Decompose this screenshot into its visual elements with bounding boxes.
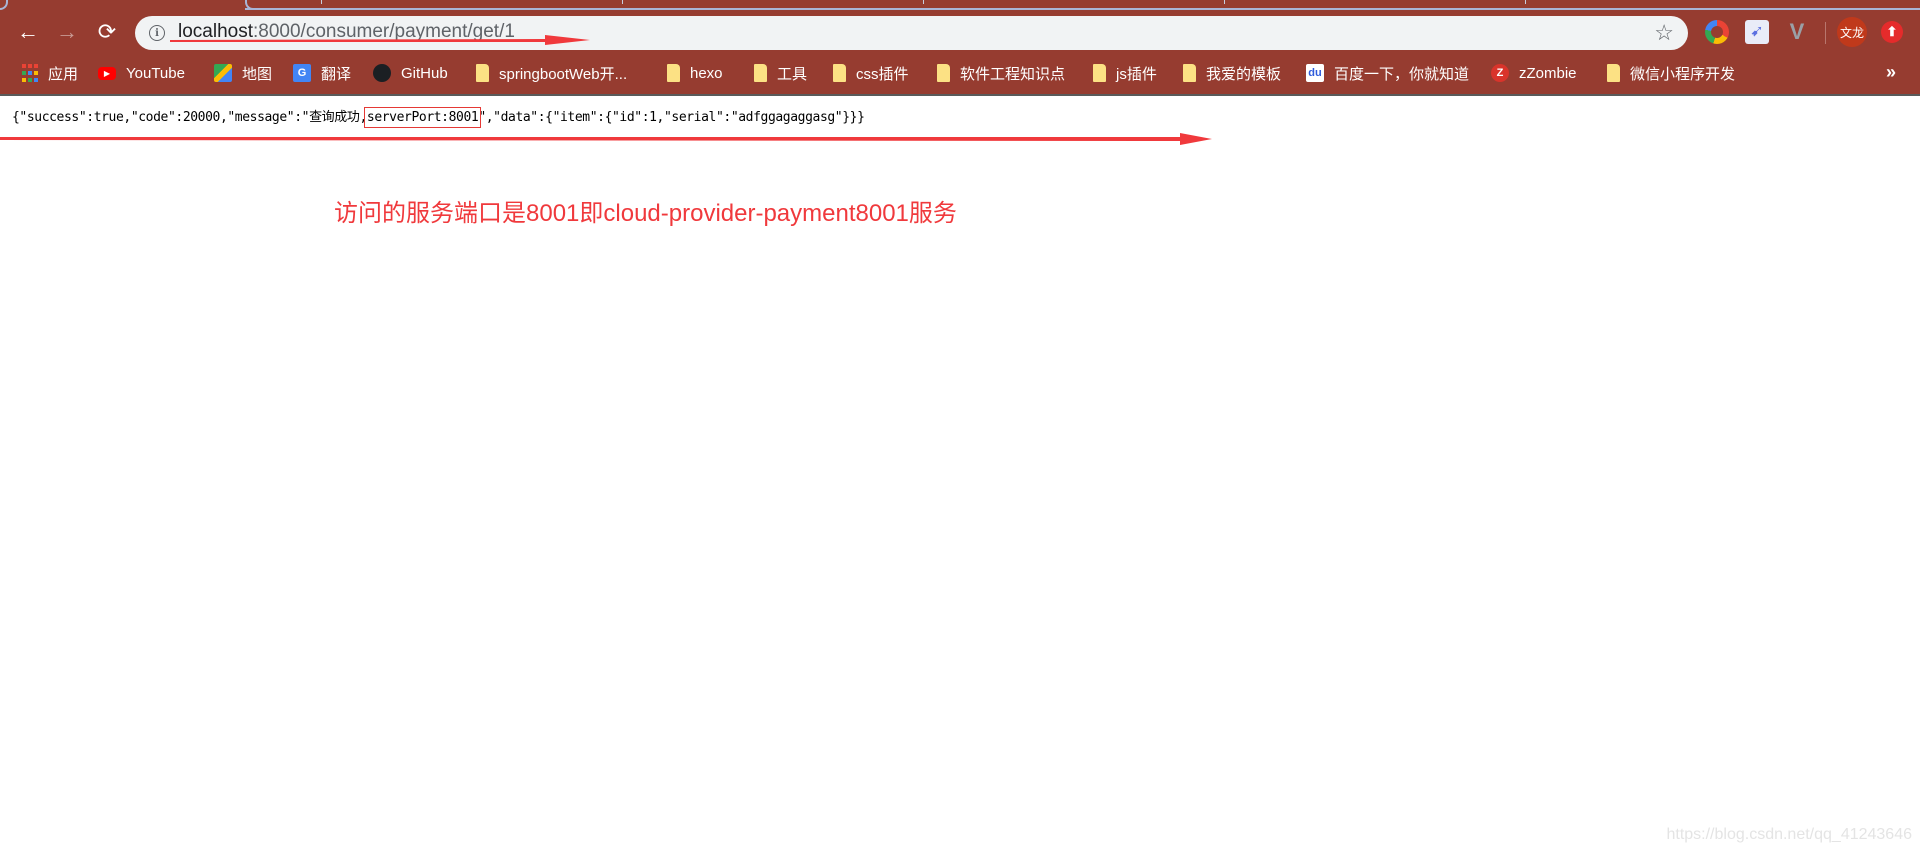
bookmark-label: css插件	[856, 65, 909, 83]
bookmark-apps[interactable]: 应用	[22, 61, 78, 85]
chromium-icon[interactable]	[1705, 20, 1729, 44]
bookmark-youtube[interactable]: ▶ YouTube	[98, 61, 185, 85]
bookmark-label: hexo	[690, 64, 723, 82]
bookmark-folder-templates[interactable]: 我爱的模板	[1183, 61, 1281, 85]
tab-separator	[923, 0, 924, 4]
url-path: :8000/consumer/payment/get/1	[253, 21, 515, 42]
maps-icon	[214, 64, 232, 82]
address-bar[interactable]: i localhost:8000/consumer/payment/get/1 …	[135, 16, 1688, 50]
bookmark-label: springbootWeb开...	[499, 65, 628, 83]
bookmark-label: 微信小程序开发	[1630, 65, 1736, 83]
site-info-icon[interactable]: i	[149, 25, 165, 41]
folder-icon	[754, 64, 767, 82]
bookmarks-bar: 应用 ▶ YouTube 地图 G 翻译 GitHub springbootWe…	[0, 58, 1920, 88]
bookmark-label: GitHub	[401, 64, 448, 82]
tab-separator	[1224, 0, 1225, 4]
annotation-arrows	[0, 35, 1212, 145]
watermark: https://blog.csdn.net/qq_41243646	[1666, 826, 1912, 843]
bookmark-label: 应用	[48, 65, 79, 83]
bookmark-github[interactable]: GitHub	[373, 61, 448, 85]
bookmark-label: 翻译	[321, 65, 352, 83]
bookmarks-overflow-button[interactable]: »	[1886, 62, 1896, 83]
update-icon[interactable]: ⬆	[1881, 21, 1903, 43]
browser-chrome: ← → ⟳ i localhost:8000/consumer/payment/…	[0, 0, 1920, 96]
tab-separator	[1525, 0, 1526, 4]
bookmark-folder-js[interactable]: js插件	[1093, 61, 1157, 85]
bookmark-label: YouTube	[126, 64, 185, 82]
github-icon	[373, 64, 391, 82]
bookmark-label: 地图	[242, 65, 273, 83]
forward-button[interactable]: →	[53, 18, 81, 46]
bookmark-translate[interactable]: G 翻译	[293, 61, 351, 85]
folder-icon	[1093, 64, 1106, 82]
bookmark-zzombie[interactable]: Z zZombie	[1491, 61, 1577, 85]
bookmark-label: js插件	[1116, 65, 1157, 83]
json-text-before: {"success":true,"code":20000,"message":"…	[12, 110, 367, 125]
folder-icon	[1607, 64, 1620, 82]
folder-icon	[1183, 64, 1196, 82]
reload-icon: ⟳	[97, 19, 117, 44]
vue-devtools-icon[interactable]: V	[1785, 20, 1809, 44]
toolbar-divider-line	[0, 94, 1920, 96]
bookmark-label: zZombie	[1519, 64, 1577, 82]
translate-icon: G	[293, 64, 311, 82]
zombie-icon: Z	[1491, 64, 1509, 82]
reload-button[interactable]: ⟳	[93, 18, 121, 46]
bookmark-folder-software-eng[interactable]: 软件工程知识点	[937, 61, 1065, 85]
json-text-after: ","data":{"item":{"id":1,"serial":"adfgg…	[478, 110, 865, 125]
json-arrow	[0, 133, 1212, 145]
folder-icon	[667, 64, 680, 82]
folder-icon	[937, 64, 950, 82]
bookmark-maps[interactable]: 地图	[214, 61, 272, 85]
annotation-text: 访问的服务端口是8001即cloud-provider-payment8001服…	[334, 200, 957, 227]
tab-separator	[321, 0, 322, 4]
url-text[interactable]: localhost:8000/consumer/payment/get/1	[178, 21, 515, 43]
server-port-highlight: serverPort:8001	[363, 107, 482, 128]
bookmark-folder-wechat[interactable]: 微信小程序开发	[1607, 61, 1735, 85]
tab-separator	[622, 0, 623, 4]
bookmark-star-icon[interactable]: ☆	[1654, 20, 1674, 46]
json-response: {"success":true,"code":20000,"message":"…	[12, 106, 865, 128]
baidu-icon: du	[1306, 64, 1324, 82]
bookmark-folder-tools[interactable]: 工具	[754, 61, 807, 85]
back-button[interactable]: ←	[14, 18, 42, 46]
bookmark-label: 百度一下，你就知道	[1334, 65, 1470, 83]
folder-icon	[833, 64, 846, 82]
bookmark-folder-css[interactable]: css插件	[833, 61, 909, 85]
url-host: localhost	[178, 21, 253, 42]
tab-edge	[0, 0, 8, 10]
bookmark-label: 软件工程知识点	[960, 65, 1066, 83]
youtube-icon: ▶	[98, 66, 116, 80]
bookmark-folder-springboot[interactable]: springbootWeb开...	[476, 61, 627, 85]
toolbar-divider	[1825, 22, 1826, 44]
profile-avatar[interactable]: 文龙	[1837, 17, 1867, 47]
apps-icon	[22, 64, 38, 82]
bookmark-baidu[interactable]: du 百度一下，你就知道	[1306, 61, 1469, 85]
bookmark-label: 我爱的模板	[1206, 65, 1282, 83]
folder-icon	[476, 64, 489, 82]
bird-extension-icon[interactable]: ➹	[1745, 20, 1769, 44]
bookmark-folder-hexo[interactable]: hexo	[667, 61, 723, 85]
bookmark-label: 工具	[777, 65, 808, 83]
arrow-left-icon: ←	[17, 19, 39, 44]
arrow-right-icon: →	[56, 19, 78, 44]
active-tab-border	[245, 8, 1920, 10]
